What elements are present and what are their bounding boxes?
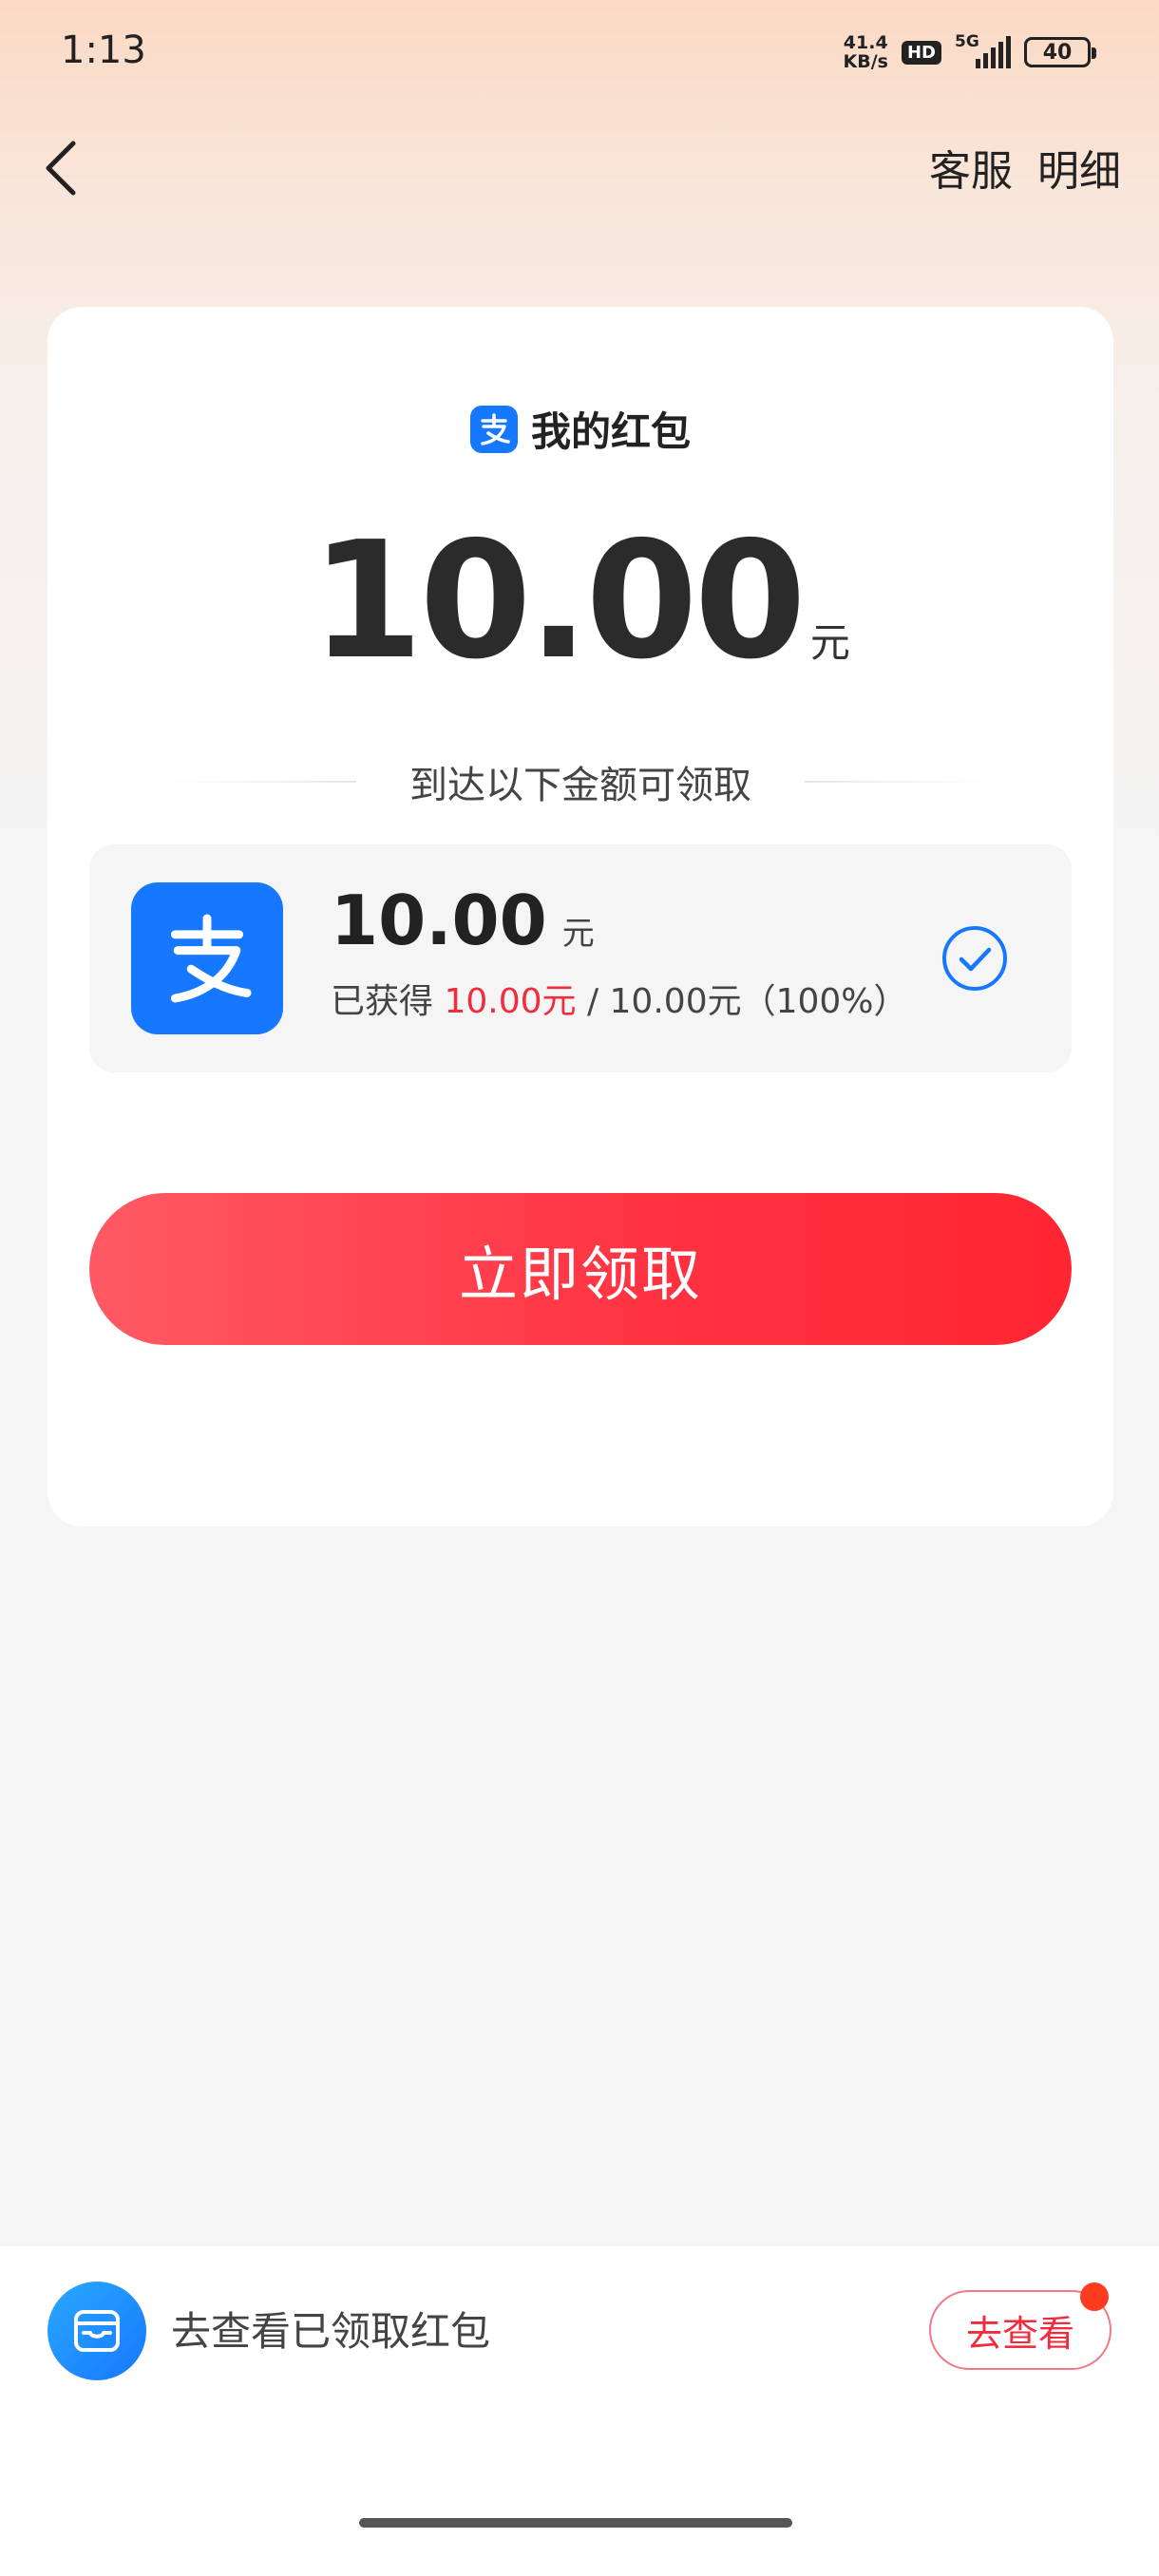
status-time: 1:13 [61, 28, 146, 72]
battery-icon: 40 [1024, 37, 1096, 67]
customer-service-link[interactable]: 客服 [929, 137, 1013, 198]
network-type: 5G [955, 32, 979, 51]
red-packet-card: 我的红包 10.00 元 到达以下金额可领取 10.00 元 已获得 10.00… [48, 307, 1113, 1526]
network-speed-unit: KB/s [843, 51, 888, 72]
status-icons: 41.4 KB/s HD 5G 40 [844, 28, 1096, 76]
divider-line-left [166, 781, 356, 783]
progress-prefix: 已获得 [331, 982, 445, 1021]
total-amount: 10.00 元 [48, 521, 1113, 682]
check-circle-icon [942, 926, 1007, 991]
back-button[interactable] [28, 135, 95, 201]
progress-earned: 10.00元 [444, 982, 577, 1021]
amount-unit: 元 [809, 619, 850, 666]
reward-progress: 已获得 10.00元 / 10.00元（100%） [331, 974, 908, 1023]
divider-text: 到达以下金额可领取 [409, 764, 751, 807]
reward-unit: 元 [561, 915, 595, 953]
claim-now-button[interactable]: 立即领取 [89, 1193, 1072, 1345]
signal-icon: 5G [955, 32, 1011, 68]
home-indicator[interactable] [359, 2518, 792, 2528]
alipay-app-icon [131, 882, 283, 1034]
wallet-icon [48, 2282, 146, 2380]
battery-level: 40 [1042, 40, 1073, 65]
reward-amount-row: 10.00 元 [331, 881, 595, 960]
hd-badge: HD [901, 40, 941, 65]
alipay-logo-icon [469, 405, 518, 453]
reward-amount: 10.00 [331, 881, 547, 960]
screen: 1:13 41.4 KB/s HD 5G 40 客服 明细 我的红包 10.00… [0, 0, 1159, 2576]
notification-dot [1080, 2282, 1109, 2311]
reward-item: 10.00 元 已获得 10.00元 / 10.00元（100%） [89, 844, 1072, 1072]
nav-actions: 客服 明细 [929, 137, 1121, 198]
view-claimed-text: 去查看已领取红包 [171, 2308, 491, 2355]
card-title: 我的红包 [530, 408, 691, 455]
status-bar: 1:13 41.4 KB/s HD 5G 40 [0, 0, 1159, 104]
card-header: 我的红包 [48, 400, 1113, 458]
section-divider: 到达以下金额可领取 [48, 753, 1113, 810]
network-speed: 41.4 KB/s [844, 33, 888, 71]
details-link[interactable]: 明细 [1037, 137, 1121, 198]
chevron-left-icon [46, 141, 76, 196]
amount-value: 10.00 [311, 507, 807, 695]
divider-line-right [805, 781, 995, 783]
network-speed-value: 41.4 [843, 32, 888, 53]
top-nav: 客服 明细 [0, 114, 1159, 218]
progress-suffix: / 10.00元（100%） [576, 982, 908, 1021]
